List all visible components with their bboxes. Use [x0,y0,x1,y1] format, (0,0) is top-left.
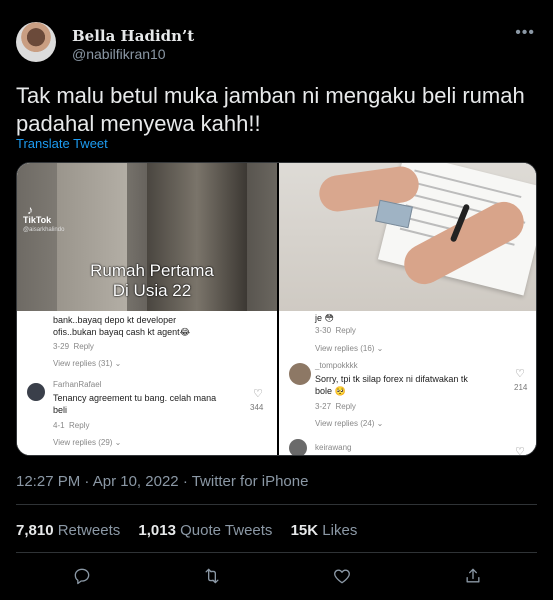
reply-icon[interactable] [72,566,92,586]
comment-text: Sorry, tpi tk silap forex ni difatwakan … [315,373,468,397]
divider-bottom [16,552,537,553]
comments-right: je 😳 3-30 Reply View replies (16) ⌄ _tom… [279,311,536,456]
comment-line: ofis..bukan bayaq cash kt agent😂 [53,327,191,337]
view-replies-label: View replies (24) [315,419,375,428]
tweet-actions [0,560,553,590]
commenter-name: _tompokkkk [315,361,358,370]
retweets-label: Retweets [57,522,121,539]
tweet-source: Twitter for iPhone [191,473,309,490]
translate-tweet-link[interactable]: Translate Tweet [16,136,108,151]
view-replies: View replies (24) ⌄ [315,419,384,428]
view-replies: View replies (31) ⌄ [53,359,122,368]
comment-reply: Reply [335,402,356,411]
separator: · [84,473,90,490]
tweet-time: 12:27 PM [16,473,81,490]
comment-meta: 3-27 Reply [315,402,356,411]
divider-top [16,504,537,505]
share-icon[interactable] [463,566,483,586]
commenter-avatar [27,383,45,401]
video-frame-left: ♪ TikTok @aisarkhalindo Rumah Pertama Di… [17,163,277,311]
tweet-timestamp[interactable]: 12:27 PM · Apr 10, 2022 · Twitter for iP… [16,473,308,490]
comment-date: 4-1 [53,421,65,430]
comment-reply: Reply [69,421,90,430]
separator: · [182,473,188,490]
comment-likes: 214 [514,383,528,392]
view-replies: View replies (29) ⌄ [53,438,122,447]
comment-line: beli [53,405,68,415]
commenter-avatar [289,363,311,385]
commenter-name: keirawang [315,443,352,452]
likes-count: 15K [290,522,319,539]
quote-tweets-count: 1,013 [138,522,176,539]
media-image-right[interactable]: je 😳 3-30 Reply View replies (16) ⌄ _tom… [279,163,536,456]
comment-meta: 3-30 Reply [315,326,356,335]
comment-text: Tenancy agreement tu bang. celah mana be… [53,392,216,416]
comment-line: Sorry, tpi tk silap forex ni difatwakan … [315,374,468,384]
more-icon[interactable]: ••• [515,24,535,42]
comment-date: 3-29 [53,342,70,351]
retweets-count: 7,810 [16,522,54,539]
comment-text: je 😳 [315,313,334,323]
retweets-stat[interactable]: 7,810 Retweets [16,522,120,539]
view-replies-label: View replies (16) [315,344,375,353]
retweet-icon[interactable] [202,566,222,586]
video-frame-right [279,163,536,311]
quote-tweets-stat[interactable]: 1,013 Quote Tweets [138,522,272,539]
comment-meta: 4-1 Reply [53,421,89,430]
author-handle[interactable]: @nabilfikran10 [72,46,166,62]
view-replies: View replies (16) ⌄ [315,344,384,353]
tweet-date: Apr 10, 2022 [92,473,179,490]
author-display-name[interactable]: Bella Hadidn’t [72,27,194,45]
likes-stat[interactable]: 15K Likes [291,522,358,539]
tweet-text-line-1: Tak malu betul muka jamban ni mengaku be… [16,83,525,108]
view-replies-label: View replies (31) [53,359,113,368]
tweet: Bella Hadidn’t @nabilfikran10 ••• Tak ma… [0,0,553,600]
comment-likes: 344 [250,403,264,412]
tweet-text: Tak malu betul muka jamban ni mengaku be… [16,82,536,138]
tweet-media[interactable]: ♪ TikTok @aisarkhalindo Rumah Pertama Di… [16,162,537,456]
comment-meta: 3-29 Reply [53,342,94,351]
commenter-avatar [289,439,307,455]
tiktok-user: @aisarkhalindo [23,227,65,233]
comment-line: Tenancy agreement tu bang. celah mana [53,393,217,403]
video-caption: Rumah Pertama Di Usia 22 [57,261,247,301]
caption-line-2: Di Usia 22 [112,281,192,300]
comment-reply: Reply [73,342,94,351]
heart-icon: ♡ [515,446,525,456]
heart-icon: ♡ [515,368,525,380]
caption-line-1: Rumah Pertama [90,261,214,280]
heart-icon: ♡ [253,388,263,400]
tweet-text-line-2: padahal menyewa kahh!! [16,111,261,136]
comment-line: bank..bayaq depo kt developer [53,315,177,325]
comment-reply: Reply [335,326,356,335]
like-icon[interactable] [332,566,352,586]
tiktok-label: TikTok [23,215,52,225]
comment-line: bole 🥺 [315,386,346,396]
comment-date: 3-27 [315,402,332,411]
commenter-name: FarhanRafael [53,380,102,389]
view-replies-label: View replies (29) [53,438,113,447]
author-avatar[interactable] [16,22,56,62]
likes-label: Likes [322,522,358,539]
comment-date: 3-30 [315,326,332,335]
tiktok-icon: ♪ [27,203,33,217]
media-image-left[interactable]: ♪ TikTok @aisarkhalindo Rumah Pertama Di… [17,163,277,455]
quote-tweets-label: Quote Tweets [180,522,273,539]
tweet-stats: 7,810 Retweets 1,013 Quote Tweets 15K Li… [16,522,371,539]
comments-left: bank..bayaq depo kt developer ofis..buka… [17,311,277,455]
comment-text: bank..bayaq depo kt developer ofis..buka… [53,314,190,338]
